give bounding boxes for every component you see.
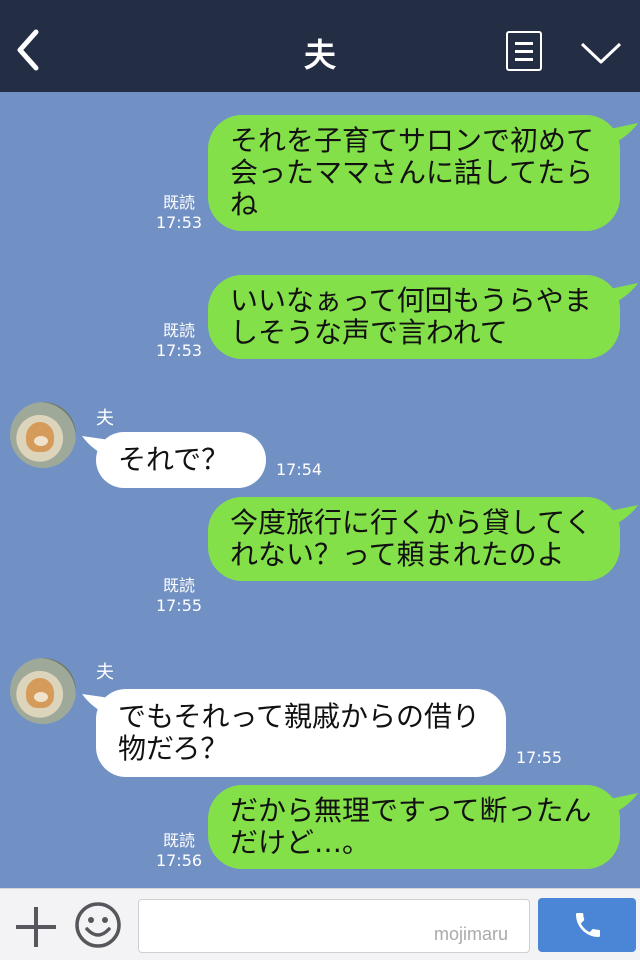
message-time: 17:53 — [155, 213, 203, 232]
message-bubble-sent[interactable]: だから無理ですって断ったんだけど…。 — [208, 785, 620, 869]
chat-area[interactable]: それを子育てサロンで初めて会ったママさんに話してたらね 既読 17:53 いいな… — [0, 92, 640, 888]
read-label: 既読 — [162, 193, 195, 212]
avatar[interactable] — [10, 658, 76, 724]
message-bubble-sent[interactable]: いいなぁって何回もうらやましそうな声で言われて — [208, 275, 620, 359]
message-time: 17:56 — [155, 851, 203, 870]
phone-icon — [576, 913, 600, 937]
read-label: 既読 — [162, 576, 195, 595]
message-bubble-received[interactable]: でもそれって親戚からの借り物だろ？ — [96, 689, 506, 777]
message-bubble-received[interactable]: それで？ — [96, 432, 266, 488]
input-bar — [0, 888, 640, 960]
read-status: 既読 17:56 — [152, 831, 206, 871]
read-status: 既読 17:53 — [152, 321, 206, 361]
message-time: 17:53 — [155, 341, 203, 360]
read-label: 既読 — [162, 321, 195, 340]
collapse-button[interactable] — [578, 36, 624, 70]
bubble-tail — [610, 123, 638, 145]
smiley-icon — [75, 902, 121, 948]
call-button[interactable] — [538, 898, 636, 952]
message-bubble-sent[interactable]: それを子育てサロンで初めて会ったママさんに話してたらね — [208, 115, 620, 231]
chevron-down-icon — [580, 42, 622, 64]
menu-icon-line — [515, 58, 533, 61]
bubble-tail — [610, 505, 638, 527]
avatar[interactable] — [10, 402, 76, 468]
read-status: 既読 17:55 — [152, 576, 206, 616]
sender-name: 夫 — [96, 662, 114, 683]
read-status: 既読 17:53 — [152, 193, 206, 233]
watermark: mojimaru — [434, 924, 509, 944]
bubble-tail — [610, 793, 638, 815]
back-button[interactable] — [10, 24, 50, 72]
dog-snout — [34, 436, 48, 446]
add-button[interactable] — [14, 905, 58, 949]
menu-icon-line — [515, 50, 533, 53]
chevron-left-icon — [17, 29, 39, 71]
message-bubble-sent[interactable]: 今度旅行に行くから貸してくれない？って頼まれたのよ — [208, 497, 620, 581]
message-time: 17:55 — [516, 748, 563, 767]
plus-icon-stroke — [34, 907, 38, 947]
sender-name: 夫 — [96, 408, 114, 429]
bubble-tail — [610, 283, 638, 305]
menu-button[interactable] — [506, 31, 542, 71]
chat-header: 夫 — [0, 0, 640, 92]
menu-icon — [515, 42, 533, 45]
dog-snout — [34, 692, 48, 702]
emoji-button[interactable] — [74, 901, 122, 949]
read-label: 既読 — [162, 831, 195, 850]
message-time: 17:54 — [276, 460, 323, 479]
message-time: 17:55 — [155, 596, 203, 615]
chat-title: 夫 — [303, 36, 336, 74]
